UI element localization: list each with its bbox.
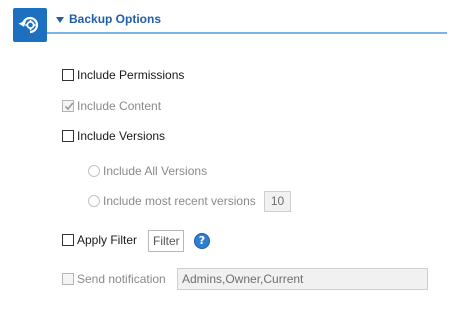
help-icon[interactable]: ? xyxy=(194,233,210,249)
include-permissions-label[interactable]: Include Permissions xyxy=(77,68,184,82)
include-all-versions-label: Include All Versions xyxy=(103,164,208,178)
send-notification-label: Send notification xyxy=(77,272,166,286)
section-title: Backup Options xyxy=(69,12,162,26)
include-recent-versions-radio[interactable] xyxy=(88,195,100,207)
include-content-checkbox[interactable] xyxy=(62,100,74,112)
recent-versions-count-input[interactable]: 10 xyxy=(264,191,291,212)
include-versions-checkbox[interactable] xyxy=(62,130,74,142)
send-notification-row: Send notification xyxy=(62,270,166,288)
include-all-versions-row: Include All Versions xyxy=(88,162,207,180)
header-divider xyxy=(47,32,447,34)
send-notification-checkbox[interactable] xyxy=(62,273,74,285)
include-recent-versions-label: Include most recent versions xyxy=(103,194,256,208)
apply-filter-checkbox[interactable] xyxy=(62,234,74,246)
filter-input[interactable]: Filter xyxy=(148,230,184,252)
include-versions-row: Include Versions xyxy=(62,127,165,145)
checkmark-icon xyxy=(64,102,74,111)
notification-recipients-input[interactable]: Admins,Owner,Current xyxy=(177,268,428,290)
include-content-row: Include Content xyxy=(62,97,161,115)
include-permissions-checkbox[interactable] xyxy=(62,69,74,81)
include-versions-label[interactable]: Include Versions xyxy=(77,129,165,143)
backup-settings-icon xyxy=(13,8,47,42)
apply-filter-label[interactable]: Apply Filter xyxy=(77,233,137,247)
caret-down-icon xyxy=(56,16,64,23)
include-content-label: Include Content xyxy=(77,99,162,113)
include-recent-versions-row: Include most recent versions xyxy=(88,192,256,210)
backup-options-toggle[interactable]: Backup Options xyxy=(56,12,161,26)
include-permissions-row: Include Permissions xyxy=(62,66,184,84)
apply-filter-row: Apply Filter xyxy=(62,231,137,249)
include-all-versions-radio[interactable] xyxy=(88,165,100,177)
